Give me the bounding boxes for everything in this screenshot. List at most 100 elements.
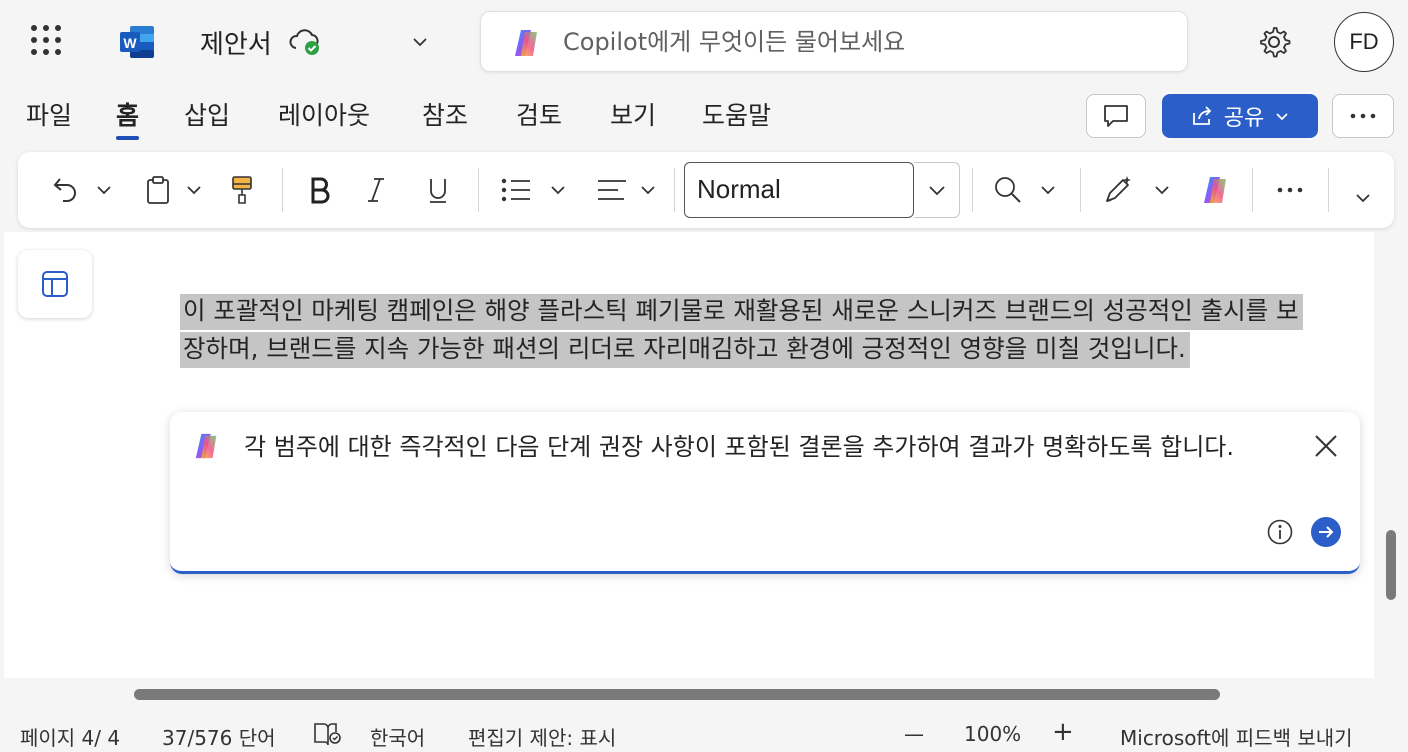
editor-suggestions[interactable]: 편집기 제안: 표시 — [468, 722, 616, 751]
bold-button[interactable] — [300, 170, 340, 210]
bullets-icon — [501, 178, 530, 202]
bold-icon — [311, 177, 330, 204]
collapse-ribbon-button[interactable] — [1348, 178, 1378, 218]
align-left-icon — [598, 180, 626, 200]
title-bar: W 제안서 FD — [0, 0, 1408, 84]
tab-view[interactable]: 보기 — [610, 90, 656, 142]
copilot-prompt-card: 각 범주에 대한 즉각적인 다음 단계 권장 사항이 포함된 결론을 추가하여 … — [170, 412, 1360, 574]
chevron-down-icon — [641, 186, 655, 195]
chevron-down-icon — [1155, 186, 1169, 195]
zoom-level[interactable]: 100% — [964, 722, 1021, 746]
navigation-pane-icon — [42, 271, 68, 297]
bullets-button[interactable] — [496, 170, 536, 210]
accessibility-icon[interactable] — [312, 720, 342, 752]
separator — [1252, 168, 1253, 212]
chevron-down-icon[interactable] — [408, 30, 432, 54]
copilot-search-input[interactable] — [563, 24, 1163, 60]
copilot-icon — [515, 30, 537, 56]
chevron-down-icon — [97, 186, 111, 195]
find-button[interactable] — [988, 170, 1028, 210]
share-button[interactable]: 공유 — [1162, 94, 1318, 138]
italic-button[interactable] — [356, 170, 396, 210]
separator — [1080, 168, 1081, 212]
user-avatar[interactable]: FD — [1334, 12, 1394, 72]
chevron-down-icon — [1276, 113, 1288, 121]
underline-button[interactable] — [418, 170, 458, 210]
status-bar: 페이지 4/ 4 37/576 단어 한국어 편집기 제안: 표시 — 100%… — [0, 717, 1408, 752]
copilot-prompt-input[interactable]: 각 범주에 대한 즉각적인 다음 단계 권장 사항이 포함된 결론을 추가하여 … — [244, 428, 1304, 466]
bullets-dropdown[interactable] — [546, 170, 570, 210]
copilot-button[interactable] — [1196, 170, 1236, 210]
selected-paragraph[interactable]: 이 포괄적인 마케팅 캠페인은 해양 플라스틱 폐기물로 재활용된 새로운 스니… — [180, 292, 1310, 368]
chevron-down-icon — [1356, 194, 1370, 203]
separator — [972, 168, 973, 212]
word-logo-icon[interactable]: W — [118, 24, 156, 60]
tab-references[interactable]: 참조 — [422, 90, 468, 142]
info-icon[interactable] — [1266, 518, 1294, 546]
tab-review[interactable]: 검토 — [516, 90, 562, 142]
underline-icon — [430, 179, 446, 203]
share-label: 공유 — [1223, 106, 1265, 131]
format-painter-button[interactable] — [224, 170, 260, 210]
zoom-out-button[interactable]: — — [904, 722, 924, 746]
paste-dropdown[interactable] — [182, 170, 206, 210]
app-launcher-icon[interactable] — [30, 24, 62, 56]
clipboard-icon — [147, 176, 169, 204]
chevron-down-icon — [1041, 186, 1055, 195]
separator — [1328, 168, 1329, 212]
language-indicator[interactable]: 한국어 — [370, 722, 425, 751]
tab-layout[interactable]: 레이아웃 — [278, 90, 370, 142]
ribbon-toolbar: Normal — [18, 152, 1394, 228]
chevron-down-icon — [187, 186, 201, 195]
ribbon-more-button[interactable] — [1270, 170, 1310, 210]
vertical-scrollbar-thumb[interactable] — [1386, 530, 1396, 600]
search-icon — [995, 177, 1021, 203]
feedback-link[interactable]: Microsoft에 피드백 보내기 — [1120, 722, 1353, 751]
align-dropdown[interactable] — [636, 170, 660, 210]
chevron-down-icon — [928, 186, 945, 196]
svg-text:W: W — [123, 35, 137, 51]
cloud-saved-icon[interactable] — [288, 26, 324, 58]
style-selector[interactable]: Normal — [684, 162, 914, 218]
selected-paragraph-text: 이 포괄적인 마케팅 캠페인은 해양 플라스틱 폐기물로 재활용된 새로운 스니… — [180, 294, 1303, 368]
separator — [282, 168, 283, 212]
comment-icon — [1104, 105, 1128, 127]
undo-dropdown[interactable] — [92, 170, 116, 210]
more-icon — [1277, 187, 1303, 193]
share-icon — [1192, 106, 1212, 125]
separator — [478, 168, 479, 212]
zoom-in-button[interactable]: + — [1052, 717, 1074, 747]
tab-insert[interactable]: 삽입 — [184, 90, 230, 142]
find-dropdown[interactable] — [1036, 170, 1060, 210]
more-options-button[interactable] — [1332, 94, 1394, 138]
undo-button[interactable] — [44, 170, 88, 210]
settings-gear-icon[interactable] — [1256, 24, 1292, 60]
tab-file[interactable]: 파일 — [26, 90, 72, 142]
comments-button[interactable] — [1086, 94, 1146, 138]
copilot-search-bar[interactable] — [480, 11, 1188, 72]
word-count[interactable]: 37/576 단어 — [162, 722, 276, 751]
undo-icon — [53, 178, 76, 202]
separator — [674, 168, 675, 212]
editor-dropdown[interactable] — [1150, 170, 1174, 210]
editor-button[interactable] — [1098, 170, 1138, 210]
horizontal-scrollbar-thumb[interactable] — [134, 689, 1220, 700]
more-icon — [1350, 113, 1376, 119]
menu-tabs: 파일 홈 삽입 레이아웃 참조 검토 보기 도움말 — [0, 90, 1000, 146]
paste-button[interactable] — [138, 170, 178, 210]
page-count[interactable]: 페이지 4/ 4 — [20, 722, 120, 751]
copilot-icon — [195, 433, 217, 459]
document-title[interactable]: 제안서 — [200, 24, 272, 61]
copilot-icon — [1204, 177, 1226, 203]
navigation-pane-button[interactable] — [18, 250, 92, 318]
italic-icon — [368, 178, 384, 202]
tab-home[interactable]: 홈 — [116, 90, 140, 142]
format-painter-icon — [232, 176, 252, 204]
send-arrow-icon[interactable] — [1310, 516, 1342, 548]
align-button[interactable] — [592, 170, 632, 210]
tab-help[interactable]: 도움말 — [702, 90, 771, 142]
editor-pen-icon — [1106, 176, 1131, 202]
chevron-down-icon — [551, 186, 565, 195]
style-dropdown[interactable] — [914, 162, 960, 218]
close-icon[interactable] — [1310, 430, 1342, 462]
